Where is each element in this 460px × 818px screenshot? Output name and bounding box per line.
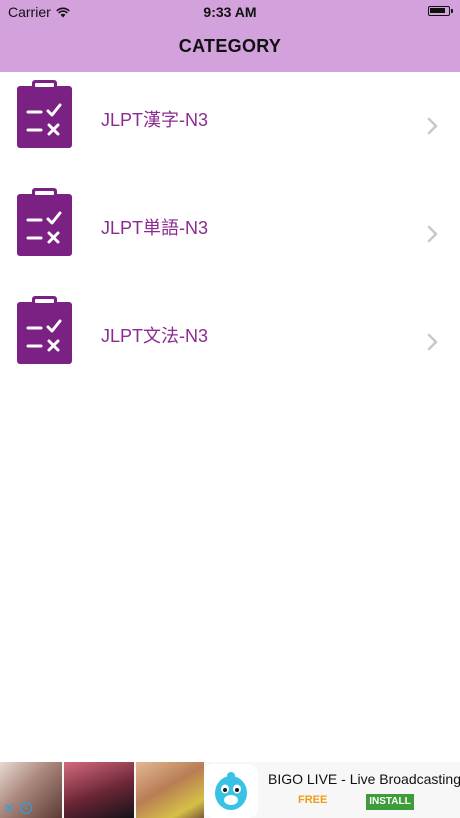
chevron-right-icon xyxy=(426,116,440,136)
category-row-vocabulary[interactable]: JLPT単語-N3 xyxy=(0,180,460,288)
ad-price: FREE xyxy=(298,794,328,806)
bigo-app-icon xyxy=(204,764,258,818)
category-list: JLPT漢字-N3 JLPT単語-N3 JLPT文法-N3 xyxy=(0,72,460,396)
ad-photo xyxy=(64,762,134,818)
ad-banner[interactable]: ✕ i BIGO LIVE - Live Broadcasting FREE I… xyxy=(0,762,460,818)
category-label: JLPT単語-N3 xyxy=(101,218,209,238)
ad-info-icon[interactable]: i xyxy=(20,802,32,814)
ad-photo xyxy=(136,762,204,818)
checklist-clipboard-icon xyxy=(17,80,73,148)
clock: 9:33 AM xyxy=(203,4,257,20)
chevron-right-icon xyxy=(426,224,440,244)
install-button[interactable]: INSTALL xyxy=(366,794,414,810)
category-row-kanji[interactable]: JLPT漢字-N3 xyxy=(0,72,460,180)
category-label: JLPT漢字-N3 xyxy=(101,110,209,130)
battery-icon xyxy=(428,6,453,16)
category-row-grammar[interactable]: JLPT文法-N3 xyxy=(0,288,460,396)
checklist-clipboard-icon xyxy=(17,296,73,364)
page-title: CATEGORY xyxy=(178,36,282,56)
ad-title: BIGO LIVE - Live Broadcasting xyxy=(268,771,460,787)
ad-close-icon[interactable]: ✕ xyxy=(2,800,16,816)
status-bar: Carrier 9:33 AM xyxy=(0,0,460,24)
app-header: Carrier 9:33 AM CATEGORY xyxy=(0,0,460,72)
chevron-right-icon xyxy=(426,332,440,352)
checklist-clipboard-icon xyxy=(17,188,73,256)
category-label: JLPT文法-N3 xyxy=(101,326,209,346)
